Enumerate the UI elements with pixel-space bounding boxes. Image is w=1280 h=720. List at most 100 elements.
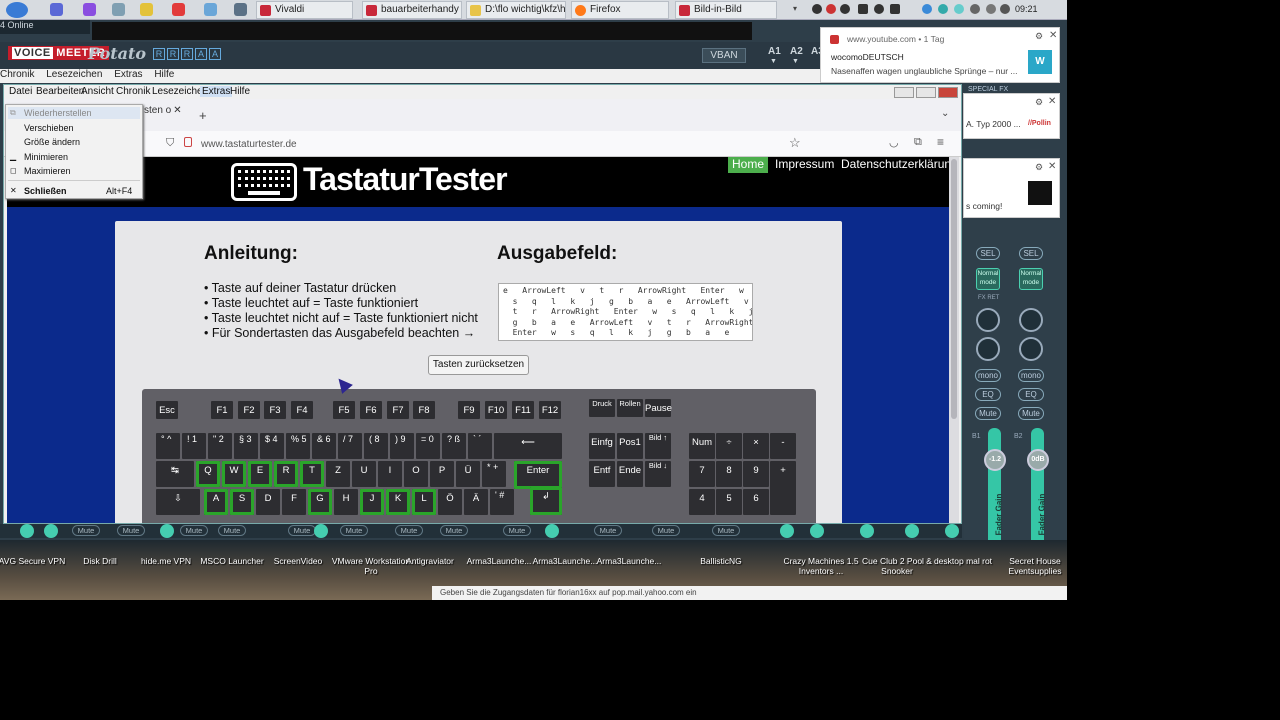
close-tab-icon[interactable]: ✕	[173, 105, 181, 116]
key[interactable]: 7	[689, 461, 715, 487]
app-icon[interactable]	[204, 3, 217, 16]
key[interactable]: F10	[485, 401, 507, 419]
tray-icon[interactable]	[840, 4, 850, 14]
key[interactable]: D	[256, 489, 280, 515]
menu-bearbeiten[interactable]: Bearbeiten	[36, 86, 84, 97]
key[interactable]: Druck	[589, 399, 615, 417]
key[interactable]: 4	[689, 489, 715, 515]
menu-chronik[interactable]: Chronik	[116, 86, 150, 97]
credentials-prompt-bar[interactable]: Geben Sie die Zugangsdaten für florian16…	[432, 586, 1067, 600]
menu-item-maximize[interactable]: Maximieren	[24, 166, 71, 178]
knob-indicator[interactable]	[545, 524, 559, 538]
tray-icon[interactable]	[826, 4, 836, 14]
key[interactable]: J	[360, 489, 384, 515]
key[interactable]: Q	[196, 461, 220, 487]
app-icon[interactable]	[112, 3, 125, 16]
a1-button[interactable]: A1	[768, 46, 781, 57]
mute-button[interactable]: Mute	[712, 525, 740, 536]
key[interactable]: R	[274, 461, 298, 487]
mute-button[interactable]: Mute	[440, 525, 468, 536]
key[interactable]: " 2	[208, 433, 232, 459]
fader-knob[interactable]: -1.2	[984, 449, 1006, 471]
key[interactable]: Esc	[156, 401, 178, 419]
knob-indicator[interactable]	[780, 524, 794, 538]
site-logo[interactable]: TastaturTester	[303, 161, 508, 198]
key[interactable]: G	[308, 489, 332, 515]
key[interactable]: ÷	[716, 433, 742, 459]
mute-button[interactable]: Mute	[975, 407, 1001, 420]
key[interactable]: F9	[458, 401, 480, 419]
desktop-icon[interactable]: BallisticNG	[681, 556, 761, 566]
tray-icon[interactable]	[970, 4, 980, 14]
key[interactable]: F12	[539, 401, 561, 419]
normal-mode-button[interactable]: Normal mode	[976, 268, 1000, 290]
menu-item-resize[interactable]: Größe ändern	[24, 137, 80, 149]
menu-item-restore[interactable]: Wiederherstellen	[24, 108, 92, 120]
key[interactable]: F8	[413, 401, 435, 419]
chevron-down-icon[interactable]: ▾	[793, 4, 803, 14]
desktop-icon[interactable]: Crazy Machines 1.5 Inventors ...	[781, 556, 861, 576]
close-button[interactable]	[938, 87, 958, 98]
bookmark-star-icon[interactable]: ☆	[789, 135, 801, 151]
tray-icon[interactable]	[922, 4, 932, 14]
key[interactable]: F5	[333, 401, 355, 419]
key[interactable]: F6	[360, 401, 382, 419]
key[interactable]: H	[334, 489, 358, 515]
key[interactable]: Entf	[589, 461, 615, 487]
a2-arrow-icon[interactable]: ▼	[792, 58, 799, 65]
tray-icon[interactable]	[954, 4, 964, 14]
key[interactable]: ⇩	[156, 489, 200, 515]
eq-button[interactable]: EQ	[1018, 388, 1044, 401]
fx-knob[interactable]	[976, 308, 1000, 332]
key[interactable]: = 0	[416, 433, 440, 459]
sel-button[interactable]: SEL	[976, 247, 1000, 260]
knob-indicator[interactable]	[810, 524, 824, 538]
menu-item-close[interactable]: Schließen	[24, 186, 67, 198]
pocket-icon[interactable]: ◡	[889, 136, 899, 149]
menu-item[interactable]: Lesezeichen	[46, 69, 102, 80]
page-scrollbar[interactable]	[949, 157, 959, 523]
nav-impressum[interactable]: Impressum	[771, 157, 838, 173]
key[interactable]: * +	[482, 461, 506, 487]
close-icon[interactable]: ✕	[1048, 96, 1056, 107]
network-icon[interactable]	[986, 4, 996, 14]
new-tab-button[interactable]: +	[199, 108, 207, 123]
gear-icon[interactable]: ⚙	[1035, 31, 1043, 42]
taskbar-task-explorer[interactable]: D:\flo wichtig\kfz\h...	[466, 1, 566, 19]
key[interactable]: K	[386, 489, 410, 515]
key[interactable]: +	[770, 461, 796, 515]
chevron-down-icon[interactable]: ⌄	[941, 108, 949, 119]
minimize-button[interactable]	[894, 87, 914, 98]
active-tab[interactable]: sten o ✕	[144, 105, 192, 125]
shield-icon[interactable]: ⛉	[166, 137, 174, 150]
key[interactable]: S	[230, 489, 254, 515]
knob-indicator[interactable]	[945, 524, 959, 538]
mono-button[interactable]: mono	[1018, 369, 1044, 382]
menu-item-move[interactable]: Verschieben	[24, 123, 74, 135]
key[interactable]: ×	[743, 433, 769, 459]
close-icon[interactable]: ✕	[1048, 161, 1056, 172]
mute-button[interactable]: Mute	[72, 525, 100, 536]
maximize-button[interactable]	[916, 87, 936, 98]
taskbar-task-bild-in-bild[interactable]: Bild-in-Bild	[675, 1, 777, 19]
knob-indicator[interactable]	[20, 524, 34, 538]
fader-knob[interactable]: 0dB	[1027, 449, 1049, 471]
app-icon[interactable]	[172, 3, 185, 16]
desktop-icon[interactable]: Secret House Eventsupplies	[995, 556, 1067, 576]
eq-button[interactable]: EQ	[975, 388, 1001, 401]
key[interactable]: Enter	[514, 461, 562, 489]
key[interactable]: Rollen	[617, 399, 643, 417]
sel-button[interactable]: SEL	[1019, 247, 1043, 260]
mute-button[interactable]: Mute	[180, 525, 208, 536]
menu-datei[interactable]: Datei	[9, 86, 32, 97]
key[interactable]: T	[300, 461, 324, 487]
key[interactable]: Ö	[438, 489, 462, 515]
menu-hilfe[interactable]: Hilfe	[230, 86, 250, 97]
mute-button[interactable]: Mute	[288, 525, 316, 536]
close-icon[interactable]: ✕	[1049, 30, 1057, 41]
mute-button[interactable]: Mute	[652, 525, 680, 536]
vban-button[interactable]: VBAN	[702, 48, 746, 63]
key[interactable]: / 7	[338, 433, 362, 459]
output-textarea[interactable]: e ArrowLeft v t r ArrowRight Enter w s q…	[498, 283, 753, 341]
taskbar-task-bauarbeiterhandy[interactable]: bauarbeiterhandy - ...	[362, 1, 462, 19]
